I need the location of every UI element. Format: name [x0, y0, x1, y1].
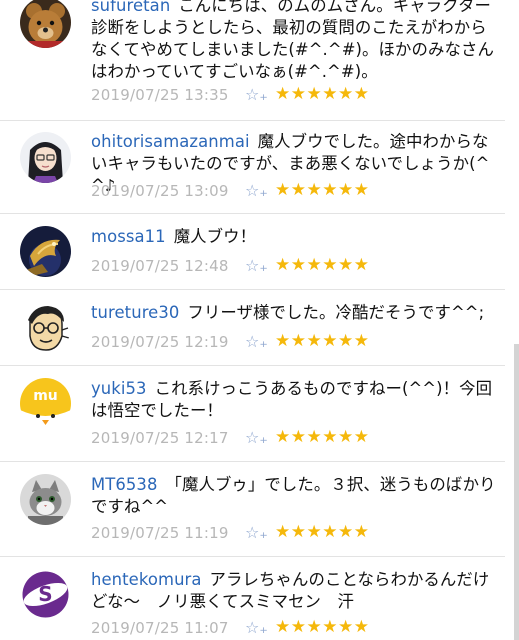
comment-meta: 2019/07/25 13:35 ☆₊ ★★★★★★ — [91, 84, 369, 106]
favorite-add-icon[interactable]: ☆₊ — [245, 331, 268, 353]
star-rating: ★★★★★★ — [275, 331, 370, 351]
comment-meta: 2019/07/25 13:09 ☆₊ ★★★★★★ — [91, 180, 369, 202]
comment-text: yuki53 これ系けっこうあるものですねー(^^)！今回は悟空でしたー！ — [91, 378, 499, 422]
star-rating: ★★★★★★ — [275, 180, 370, 200]
svg-text:S: S — [38, 582, 52, 606]
username-link[interactable]: yuki53 — [91, 379, 147, 398]
comment-item: sufuretan こんにちは、のムのムさん。キャラクター診断をしようとしたら、最… — [0, 0, 505, 121]
comment-date: 2019/07/25 11:07 — [91, 619, 229, 637]
comment-meta: 2019/07/25 11:07 ☆₊ ★★★★★★ — [91, 617, 369, 639]
scrollbar[interactable] — [514, 344, 519, 640]
comment-message: 魔人ブウ！ — [173, 227, 257, 246]
star-rating: ★★★★★★ — [275, 617, 370, 637]
comment-text: hentekomura アラレちゃんのことならわかるんだけどな〜 ノリ悪くてスミマ… — [91, 569, 499, 613]
comment-item: MT6538 「魔人ブゥ」でした。３択、迷うものばかりですね^^ 2019/07/… — [0, 461, 505, 557]
comment-text: sufuretan こんにちは、のムのムさん。キャラクター診断をしようとしたら、最… — [91, 0, 499, 83]
star-rating: ★★★★★★ — [275, 522, 370, 542]
comment-item: S hentekomura アラレちゃんのことならわかるんだけどな〜 ノリ悪くてス… — [0, 556, 505, 640]
comment-date: 2019/07/25 13:09 — [91, 182, 229, 200]
username-link[interactable]: MT6538 — [91, 475, 157, 494]
yellow-chick-avatar-image: mu — [20, 378, 71, 429]
comment-date: 2019/07/25 12:48 — [91, 257, 229, 275]
username-link[interactable]: mossa11 — [91, 227, 166, 246]
favorite-add-icon[interactable]: ☆₊ — [245, 522, 268, 544]
anime-girl-avatar-image — [20, 132, 71, 183]
avatar[interactable] — [20, 0, 71, 48]
cat-avatar-image — [20, 474, 71, 525]
username-link[interactable]: sufuretan — [91, 0, 170, 15]
comment-item: ohitorisamazanmai 魔人ブウでした。途中わからないキャラもいたので… — [0, 120, 505, 214]
avatar[interactable]: mu — [20, 378, 71, 429]
star-rating: ★★★★★★ — [275, 84, 370, 104]
comment-date: 2019/07/25 13:35 — [91, 86, 229, 104]
golden-creature-avatar-image — [20, 226, 71, 277]
cartoon-face-avatar-image — [20, 302, 71, 353]
comment-item: mossa11 魔人ブウ！ 2019/07/25 12:48 ☆₊ ★★★★★★ — [0, 213, 505, 290]
comment-date: 2019/07/25 11:19 — [91, 524, 229, 542]
favorite-add-icon[interactable]: ☆₊ — [245, 255, 268, 277]
comment-text: MT6538 「魔人ブゥ」でした。３択、迷うものばかりですね^^ — [91, 474, 499, 518]
avatar[interactable] — [20, 132, 71, 183]
comment-date: 2019/07/25 12:17 — [91, 429, 229, 447]
comment-text: tureture30 フリーザ様でした。冷酷だそうです^^; — [91, 302, 499, 324]
comment-meta: 2019/07/25 12:19 ☆₊ ★★★★★★ — [91, 331, 369, 353]
comment-message: フリーザ様でした。冷酷だそうです^^; — [187, 303, 485, 322]
svg-text:mu: mu — [33, 388, 58, 404]
comment-message: これ系けっこうあるものですねー(^^)！今回は悟空でしたー！ — [91, 379, 493, 420]
comment-meta: 2019/07/25 12:48 ☆₊ ★★★★★★ — [91, 255, 369, 277]
favorite-add-icon[interactable]: ☆₊ — [245, 180, 268, 202]
purple-logo-avatar-image: S — [20, 569, 71, 620]
comment-date: 2019/07/25 12:19 — [91, 333, 229, 351]
favorite-add-icon[interactable]: ☆₊ — [245, 84, 268, 106]
avatar[interactable] — [20, 302, 71, 353]
favorite-add-icon[interactable]: ☆₊ — [245, 427, 268, 449]
avatar[interactable]: S — [20, 569, 71, 620]
comment-item: tureture30 フリーザ様でした。冷酷だそうです^^; 2019/07/25… — [0, 289, 505, 366]
comment-text: mossa11 魔人ブウ！ — [91, 226, 499, 248]
teddy-bear-avatar-image — [20, 0, 71, 48]
star-rating: ★★★★★★ — [275, 255, 370, 275]
comment-meta: 2019/07/25 12:17 ☆₊ ★★★★★★ — [91, 427, 369, 449]
avatar[interactable] — [20, 226, 71, 277]
username-link[interactable]: ohitorisamazanmai — [91, 132, 250, 151]
username-link[interactable]: hentekomura — [91, 570, 202, 589]
comment-meta: 2019/07/25 11:19 ☆₊ ★★★★★★ — [91, 522, 369, 544]
avatar[interactable] — [20, 474, 71, 525]
username-link[interactable]: tureture30 — [91, 303, 179, 322]
comment-item: mu yuki53 これ系けっこうあるものですねー(^^)！今回は悟空でしたー！ … — [0, 365, 505, 462]
favorite-add-icon[interactable]: ☆₊ — [245, 617, 268, 639]
star-rating: ★★★★★★ — [275, 427, 370, 447]
